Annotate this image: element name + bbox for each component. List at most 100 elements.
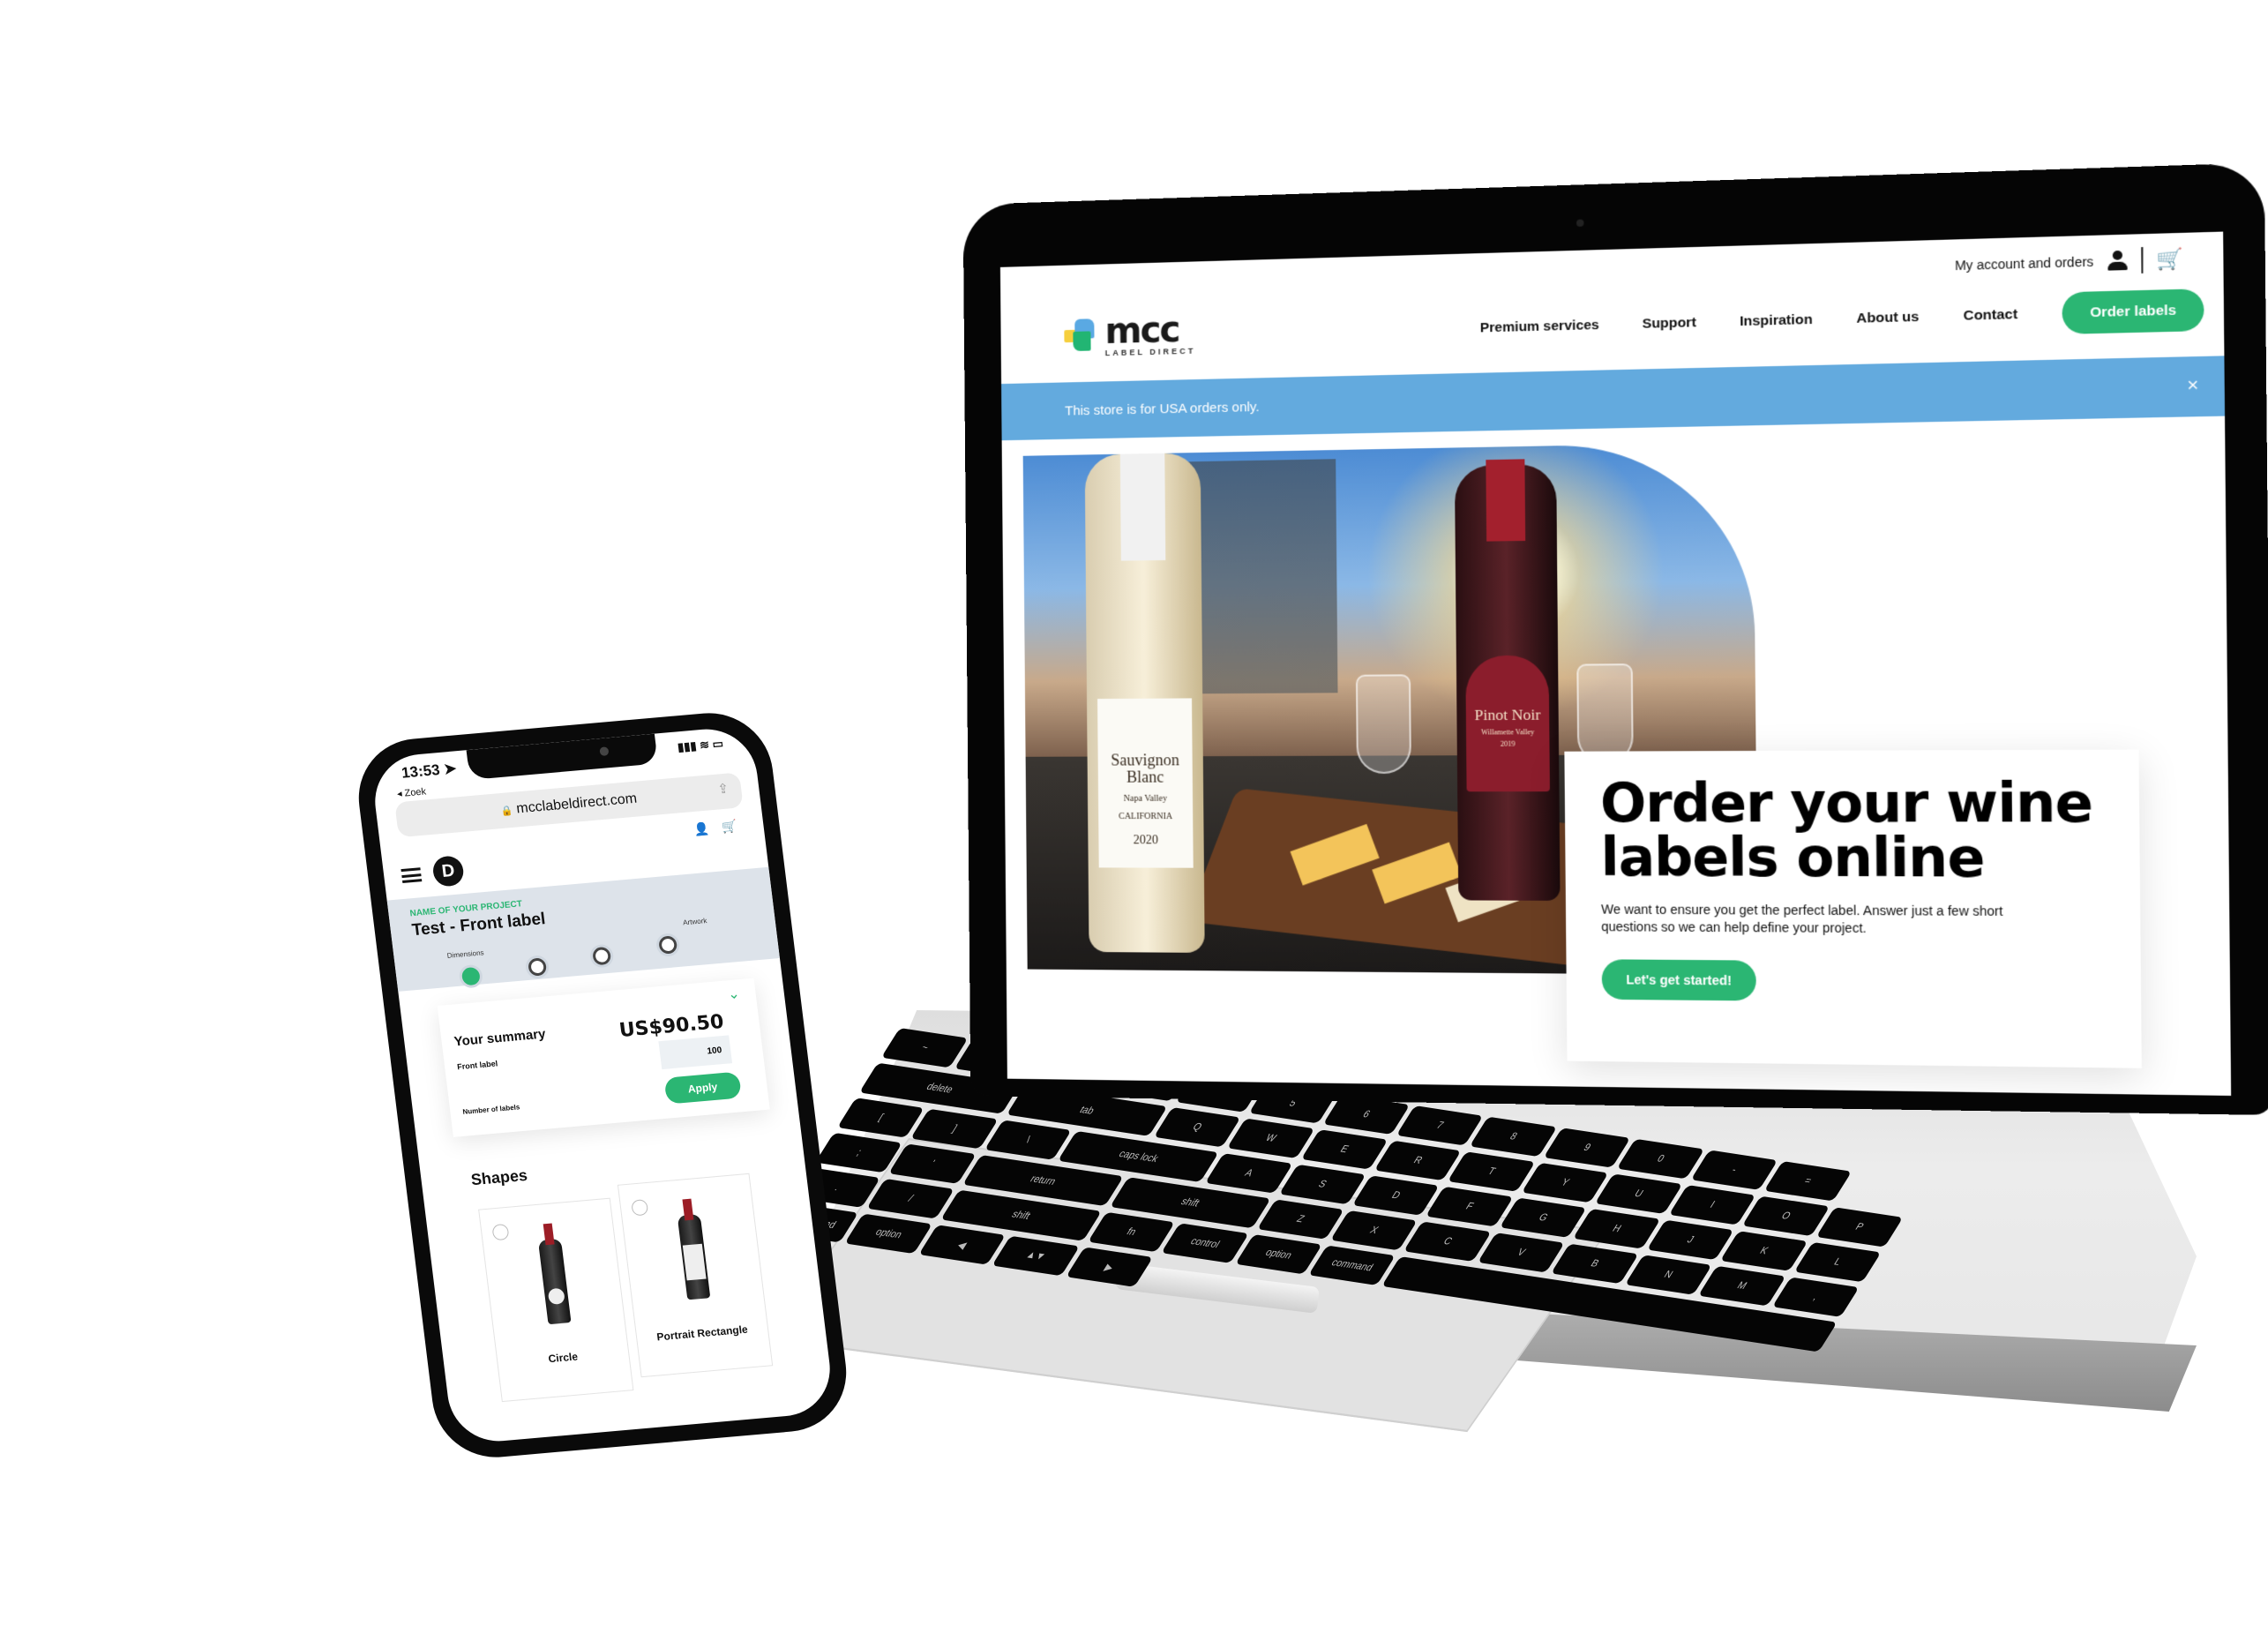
bottle-circle-icon	[537, 1238, 572, 1325]
step-2[interactable]	[527, 957, 548, 977]
status-time: 13:53 ➤	[400, 760, 458, 782]
white-wine-bottle: Sauvignon Blanc Napa Valley CALIFORNIA 2…	[1084, 444, 1205, 953]
red-wine-label: Pinot Noir Willamette Valley 2019	[1465, 655, 1550, 792]
summary-title: Your summary	[453, 1026, 547, 1050]
shape-name: Portrait Rectangle	[655, 1323, 749, 1344]
step-3[interactable]	[591, 946, 612, 966]
notch	[466, 733, 659, 780]
laptop-lid: My account and orders 🛒 mcc LABEL DIRECT…	[962, 162, 2268, 1116]
status-icons: ▮▮▮ ≋ ▭	[677, 736, 724, 754]
key: S	[1278, 1164, 1366, 1205]
phone-header-icons: 👤 🛒	[693, 819, 738, 837]
phone-screen: 13:53 ➤ ▮▮▮ ≋ ▭ ◂ Zoek 🔒 mcclabeldirect.…	[369, 724, 836, 1446]
key: B	[1551, 1243, 1639, 1285]
shape-radio[interactable]	[631, 1199, 649, 1217]
nav-about-us[interactable]: About us	[1856, 309, 1919, 326]
hero-card: Order your wine labels online We want to…	[1564, 749, 2142, 1068]
key: [	[837, 1098, 925, 1138]
logo-tagline: LABEL DIRECT	[1104, 346, 1196, 358]
step-label-dimensions: Dimensions	[446, 948, 485, 960]
back-link[interactable]: ◂ Zoek	[396, 785, 426, 799]
key: Z	[1256, 1199, 1344, 1240]
nav-premium-services[interactable]: Premium services	[1480, 318, 1599, 336]
key: H	[1573, 1209, 1661, 1249]
key: V	[1477, 1233, 1565, 1273]
logo-wordmark: mcc	[1104, 309, 1179, 353]
nav-support[interactable]: Support	[1643, 315, 1696, 332]
utility-bar: My account and orders 🛒	[1955, 246, 2184, 279]
get-started-button[interactable]: Let's get started!	[1601, 959, 1757, 1001]
background-building	[1182, 459, 1338, 694]
summary-item: Front label	[456, 1059, 498, 1072]
red-wine-bottle: Pinot Noir Willamette Valley 2019	[1454, 459, 1561, 901]
key: Q	[1153, 1106, 1241, 1148]
quantity-label: Number of labels	[461, 1103, 520, 1116]
step-artwork[interactable]	[657, 935, 678, 955]
shape-option-portrait-rectangle[interactable]: Portrait Rectangle	[617, 1173, 774, 1378]
key: N	[1624, 1255, 1712, 1295]
share-icon[interactable]: ⇪	[716, 781, 730, 798]
key: ;	[815, 1132, 903, 1173]
logo[interactable]: mcc LABEL DIRECT	[1064, 309, 1196, 358]
key: option	[1234, 1233, 1322, 1275]
hamburger-menu-icon[interactable]	[400, 867, 423, 884]
white-wine-label: Sauvignon Blanc Napa Valley CALIFORNIA 2…	[1097, 698, 1194, 868]
header: mcc LABEL DIRECT Premium services Suppor…	[1000, 275, 2224, 373]
key: U	[1595, 1173, 1683, 1214]
close-icon[interactable]: ×	[2187, 375, 2198, 397]
nav-inspiration[interactable]: Inspiration	[1740, 311, 1813, 329]
key: G	[1499, 1197, 1587, 1238]
cart-icon[interactable]: 🛒	[2157, 247, 2184, 271]
url-bar[interactable]: 🔒 mcclabeldirect.com ⇪	[394, 772, 744, 838]
key: \	[984, 1120, 1072, 1160]
shapes-title: Shapes	[469, 1165, 529, 1189]
key: J	[1646, 1219, 1734, 1261]
nav-contact[interactable]: Contact	[1964, 306, 2018, 323]
wine-glass	[1355, 674, 1411, 775]
key: I	[1668, 1185, 1756, 1225]
key: Y	[1521, 1162, 1609, 1203]
apply-button[interactable]: Apply	[663, 1071, 742, 1105]
key: F	[1426, 1186, 1514, 1227]
key: M	[1698, 1265, 1786, 1307]
notice-text: This store is for USA orders only.	[1065, 399, 1260, 419]
phone: 13:53 ➤ ▮▮▮ ≋ ▭ ◂ Zoek 🔒 mcclabeldirect.…	[351, 708, 854, 1463]
divider	[2140, 247, 2144, 274]
shape-radio[interactable]	[491, 1223, 510, 1241]
quantity-input[interactable]	[658, 1035, 733, 1070]
brand-logo-icon[interactable]: D	[431, 855, 466, 888]
key: control	[1161, 1223, 1249, 1263]
key: '	[888, 1143, 977, 1184]
key: C	[1403, 1221, 1492, 1262]
key: X	[1330, 1210, 1418, 1251]
user-icon[interactable]: 👤	[693, 821, 710, 837]
key: /	[866, 1179, 954, 1219]
key: A	[1205, 1153, 1293, 1194]
wine-glass	[1576, 663, 1634, 765]
hero-text: We want to ensure you get the perfect la…	[1601, 902, 2003, 936]
url-text: mcclabeldirect.com	[515, 791, 639, 817]
laptop-screen: My account and orders 🛒 mcc LABEL DIRECT…	[999, 231, 2232, 1096]
main-nav: Premium services Support Inspiration Abo…	[1480, 288, 2204, 348]
lock-icon: 🔒	[500, 805, 514, 817]
account-link[interactable]: My account and orders	[1955, 254, 2093, 273]
cart-icon[interactable]: 🛒	[721, 819, 737, 835]
key: W	[1227, 1118, 1315, 1158]
logo-mark-icon	[1064, 318, 1099, 355]
order-labels-button[interactable]: Order labels	[2062, 288, 2204, 334]
bottle-rectangle-icon	[677, 1213, 711, 1300]
shape-option-circle[interactable]: Circle	[478, 1197, 634, 1403]
key: fn	[1087, 1211, 1175, 1253]
key: O	[1741, 1195, 1830, 1237]
key: K	[1719, 1231, 1808, 1271]
hero-title: Order your wine labels online	[1599, 771, 2093, 890]
key: E	[1300, 1129, 1388, 1170]
summary-card: ⌄ Your summary US$90.50 Front label Numb…	[437, 978, 770, 1137]
user-icon[interactable]	[2107, 251, 2128, 272]
chevron-down-icon[interactable]: ⌄	[727, 985, 741, 1003]
step-label-artwork: Artwork	[682, 917, 707, 927]
key: T	[1448, 1151, 1536, 1192]
camera-icon	[1576, 219, 1584, 228]
step-dimensions[interactable]	[460, 966, 482, 986]
key: R	[1374, 1140, 1462, 1181]
